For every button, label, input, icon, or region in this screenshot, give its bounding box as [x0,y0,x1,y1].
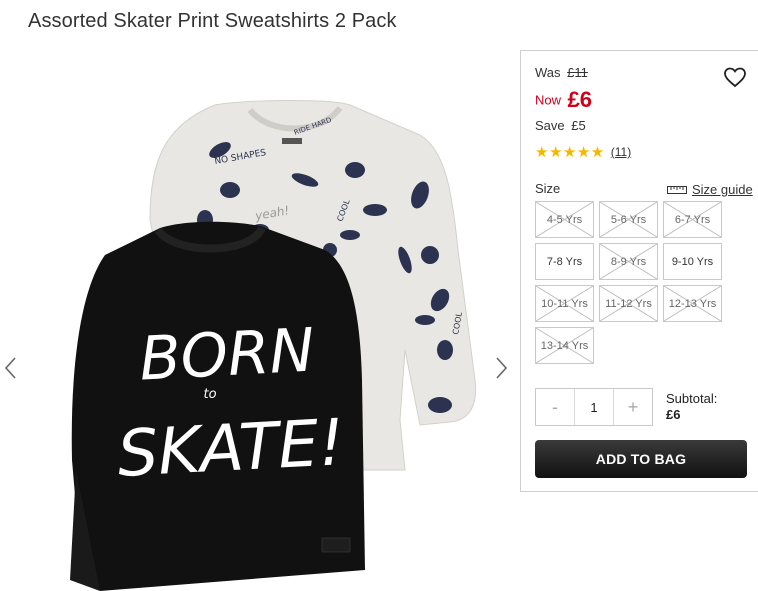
quantity-increase-button[interactable]: + [614,389,652,425]
subtotal-label: Subtotal: [666,391,718,406]
size-option-9-10[interactable]: 9-10 Yrs [663,243,722,280]
black-sweatshirt: BORN to SKATE! [70,221,365,591]
size-option-label: 13-14 Yrs [540,339,589,352]
product-image-gallery: NO SHAPES COOL yeah! RIDE HARD COOL BORN… [0,50,515,591]
front-print-line-2: SKATE! [116,406,346,492]
subtotal-amount: £6 [666,407,681,422]
was-amount: £11 [567,65,588,80]
product-image: NO SHAPES COOL yeah! RIDE HARD COOL BORN… [70,100,477,591]
was-price: Was £11 [535,65,588,80]
size-option-label: 6-7 Yrs [674,213,711,226]
save-price: Save £5 [535,118,586,133]
star-rating-icon: ★★★★★ [535,144,605,161]
add-to-bag-button[interactable]: ADD TO BAG [535,440,747,478]
size-option-12-13[interactable]: 12-13 Yrs [663,285,722,322]
heart-icon [724,67,746,88]
size-option-4-5[interactable]: 4-5 Yrs [535,201,594,238]
size-option-label: 4-5 Yrs [546,213,583,226]
size-guide-label: Size guide [692,182,753,197]
save-label: Save [535,118,565,133]
size-option-6-7[interactable]: 6-7 Yrs [663,201,722,238]
product-rating: ★★★★★ (11) [535,143,631,161]
gallery-prev-arrow[interactable] [2,355,18,381]
size-label: Size [535,181,561,196]
gallery-next-arrow[interactable] [494,355,510,381]
chevron-left-icon [4,357,16,379]
size-option-label: 9-10 Yrs [671,255,714,268]
size-option-label: 12-13 Yrs [668,297,717,310]
size-option-label: 10-11 Yrs [541,297,588,310]
size-option-8-9[interactable]: 8-9 Yrs [599,243,658,280]
ruler-icon [667,185,687,194]
chevron-right-icon [496,357,508,379]
quantity-input[interactable]: 1 [574,389,614,425]
was-label: Was [535,65,561,80]
size-guide-link[interactable]: Size guide [667,182,753,197]
quantity-decrease-button[interactable]: - [536,389,574,425]
now-amount: £6 [567,87,592,112]
product-title: Assorted Skater Print Sweatshirts 2 Pack [28,10,397,32]
size-option-10-11[interactable]: 10-11 Yrs [535,285,594,322]
size-option-label: 11-12 Yrs [605,297,652,310]
subtotal: Subtotal: £6 [666,391,717,423]
size-option-7-8[interactable]: 7-8 Yrs [535,243,594,280]
review-count-link[interactable]: (11) [611,145,631,159]
quantity-stepper: - 1 + [535,388,653,426]
size-option-label: 7-8 Yrs [546,255,583,268]
now-price: Now £6 [535,87,592,113]
size-option-label: 5-6 Yrs [610,213,647,226]
front-print-line-1: BORN [138,315,316,394]
size-option-11-12[interactable]: 11-12 Yrs [599,285,658,322]
purchase-panel: Was £11 Now £6 Save £5 ★★★★★ (11) Size S… [520,50,758,492]
size-option-label: 8-9 Yrs [610,255,647,268]
now-label: Now [535,92,562,108]
wishlist-button[interactable] [723,65,747,89]
save-amount: £5 [571,118,586,133]
size-option-13-14[interactable]: 13-14 Yrs [535,327,594,364]
size-option-5-6[interactable]: 5-6 Yrs [599,201,658,238]
front-print-small: to [203,387,216,402]
